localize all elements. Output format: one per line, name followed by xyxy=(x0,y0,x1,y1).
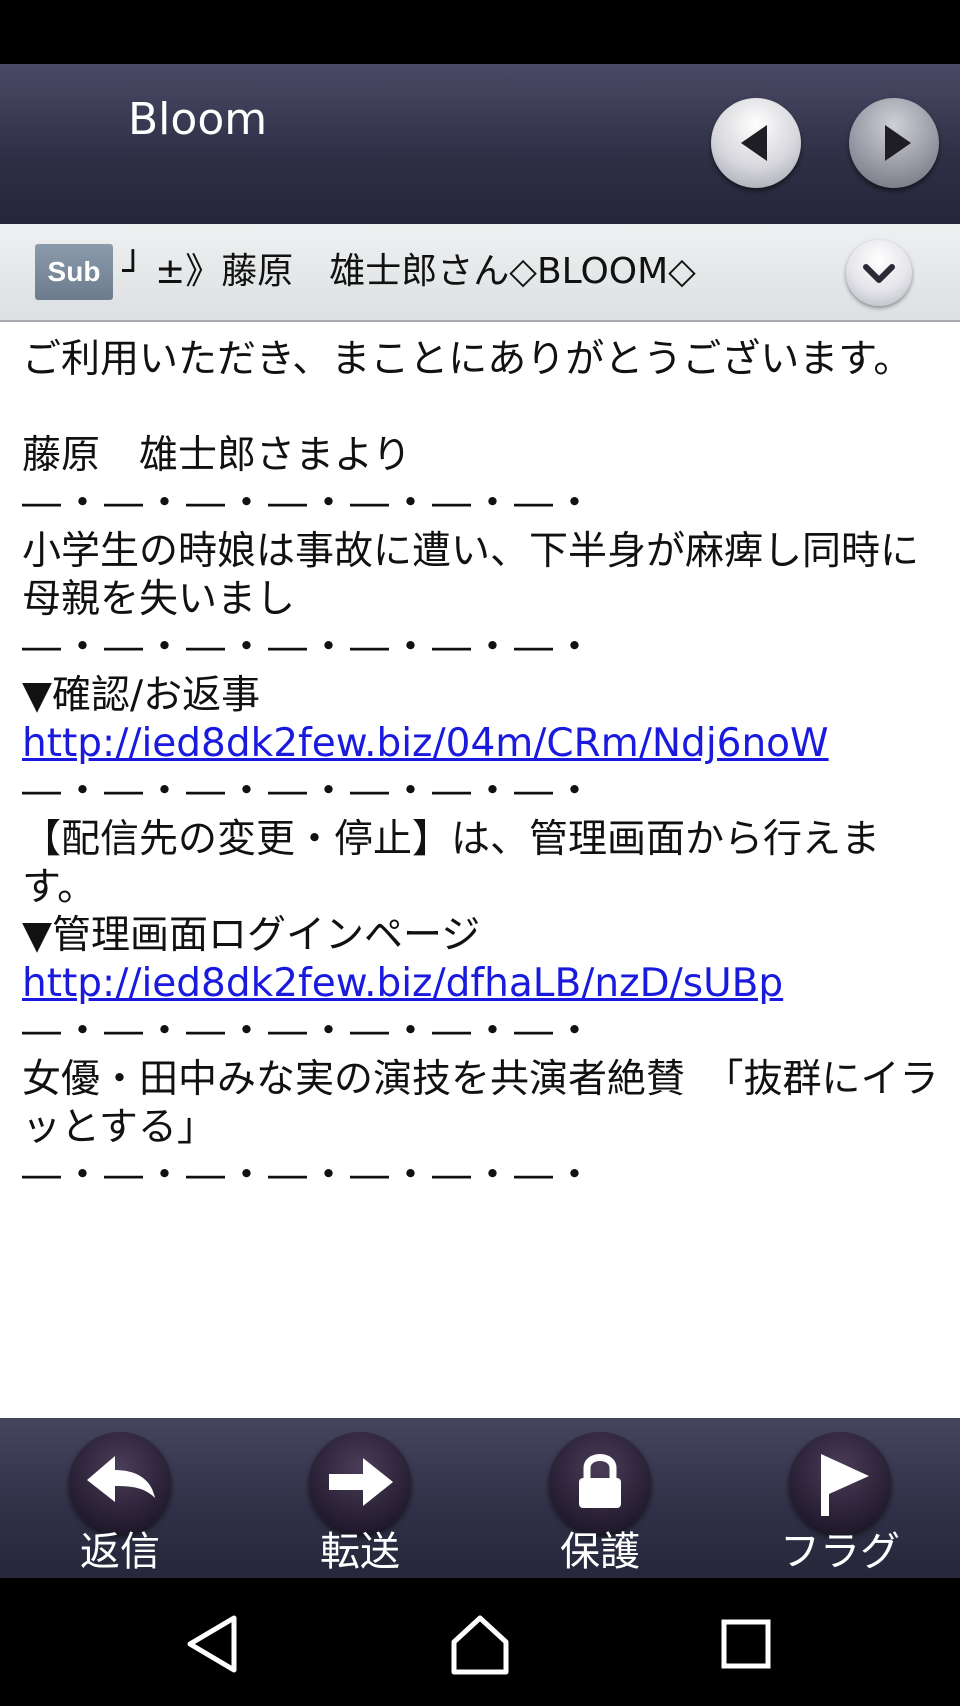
separator-line: ―・―・―・―・―・―・―・ xyxy=(22,481,597,526)
flag-button[interactable]: フラグ xyxy=(720,1418,960,1578)
expand-subject-button[interactable] xyxy=(846,240,912,306)
message-line: ▼確認/お返事 xyxy=(22,673,261,718)
back-triangle-icon[interactable] xyxy=(178,1608,250,1680)
triangle-right-icon xyxy=(885,125,911,161)
message-link[interactable]: http://ied8dk2few.biz/dfhaLB/nzD/sUBp xyxy=(22,960,942,1008)
reply-arrow-icon xyxy=(69,1432,171,1534)
subject-badge: Sub xyxy=(35,244,113,300)
home-icon[interactable] xyxy=(444,1608,516,1680)
message-body-text: ご利用いただき、まことにありがとうございます。 藤原 雄士郎さまより ―・―・―・―… xyxy=(22,336,942,1200)
triangle-left-icon xyxy=(741,125,767,161)
separator-line: ―・―・―・―・―・―・―・ xyxy=(22,625,597,670)
previous-message-button[interactable] xyxy=(711,98,801,188)
reply-button[interactable]: 返信 xyxy=(0,1418,240,1578)
reply-label: 返信 xyxy=(80,1529,160,1575)
message-line: 【配信先の変更・停止】は、管理画面から行えます。 xyxy=(22,817,881,910)
subject-bar: Sub ┘ ±》藤原 雄士郎さん◇BLOOM◇ xyxy=(0,224,960,322)
message-line: 小学生の時娘は事故に遭い、下半身が麻痺し同時に母親を失いまし xyxy=(22,529,920,622)
app-title: Bloom xyxy=(128,94,268,145)
forward-button[interactable]: 転送 xyxy=(240,1418,480,1578)
chevron-down-icon xyxy=(863,264,895,283)
next-message-button[interactable] xyxy=(849,98,939,188)
separator-line: ―・―・―・―・―・―・―・ xyxy=(22,1009,597,1054)
separator-line: ―・―・―・―・―・―・―・ xyxy=(22,1153,597,1198)
app-header: Bloom xyxy=(0,64,960,224)
message-link[interactable]: http://ied8dk2few.biz/04m/CRm/Ndj6noW xyxy=(22,720,942,768)
flag-label: フラグ xyxy=(780,1529,900,1575)
action-bar: 返信 転送 保護 フラグ xyxy=(0,1418,960,1578)
recent-apps-icon[interactable] xyxy=(710,1608,782,1680)
system-navigation-bar xyxy=(0,1578,960,1706)
separator-line: ―・―・―・―・―・―・―・ xyxy=(22,769,597,814)
flag-icon xyxy=(789,1432,891,1534)
message-line: 藤原 雄士郎さまより xyxy=(22,433,412,478)
message-line: ご利用いただき、まことにありがとうございます。 xyxy=(22,337,913,382)
message-line: 女優・田中みな実の演技を共演者絶賛 「抜群にイラッとする」 xyxy=(22,1057,939,1150)
forward-label: 転送 xyxy=(320,1529,400,1575)
forward-arrow-icon xyxy=(309,1432,411,1534)
message-body: ご利用いただき、まことにありがとうございます。 藤原 雄士郎さまより ―・―・―・―… xyxy=(0,322,960,1418)
protect-label: 保護 xyxy=(560,1529,640,1575)
message-line: ▼管理画面ログインページ xyxy=(22,913,481,958)
protect-button[interactable]: 保護 xyxy=(480,1418,720,1578)
status-bar xyxy=(0,0,960,64)
lock-icon xyxy=(549,1432,651,1534)
subject-text: ┘ ±》藤原 雄士郎さん◇BLOOM◇ xyxy=(122,251,696,292)
